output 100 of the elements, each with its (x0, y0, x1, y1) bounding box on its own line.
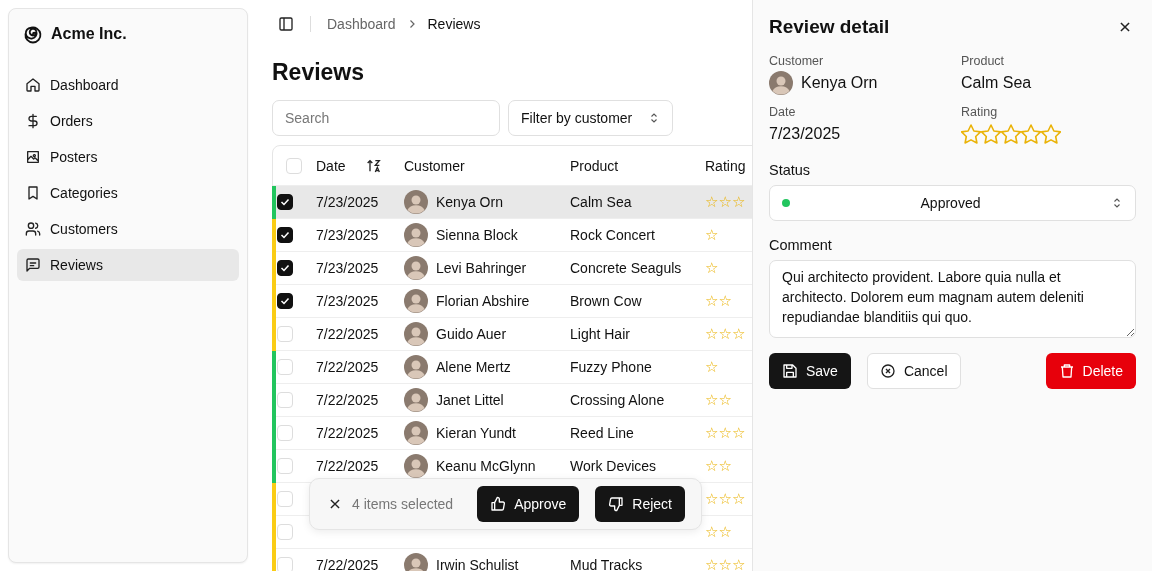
dollar-icon (25, 113, 41, 129)
users-icon (25, 221, 41, 237)
select-all-checkbox[interactable] (286, 157, 302, 174)
status-select[interactable]: Approved (769, 185, 1136, 221)
date-cell: 7/22/2025 (316, 326, 379, 342)
close-icon[interactable] (1118, 20, 1132, 34)
sidebar-item[interactable]: Dashboard (17, 69, 239, 101)
row-checkbox[interactable] (277, 227, 293, 243)
product-cell: Rock Concert (570, 227, 655, 243)
product-cell: Light Hair (570, 326, 630, 342)
date-cell: 7/22/2025 (316, 425, 379, 441)
spiral-logo-icon (23, 24, 43, 44)
customer-cell: Levi Bahringer (436, 260, 527, 276)
row-checkbox[interactable] (277, 293, 293, 309)
customer-cell: Kieran Yundt (436, 425, 516, 441)
message-icon (25, 257, 41, 273)
brand-name: Acme Inc. (51, 25, 127, 43)
check-icon (279, 229, 291, 241)
star-rating: ☆☆☆ (705, 556, 746, 571)
sidebar-toggle-icon[interactable] (278, 16, 294, 32)
column-header[interactable]: Rating (705, 157, 746, 174)
sort-icon[interactable] (365, 157, 382, 174)
date-cell: 7/22/2025 (316, 458, 379, 474)
search-field[interactable]: Search (272, 100, 500, 136)
column-header[interactable]: Date (316, 157, 346, 174)
save-icon (782, 363, 798, 379)
save-button[interactable]: Save (769, 353, 851, 389)
cancel-button[interactable]: Cancel (866, 353, 961, 389)
cancel-icon (879, 363, 896, 379)
product-cell: Work Devices (570, 458, 657, 474)
breadcrumb-current: Reviews (427, 16, 481, 32)
field-label: Rating (961, 105, 999, 119)
customer-cell: Janet Littel (436, 392, 504, 408)
column-header[interactable]: Product (570, 157, 619, 174)
star-rating: ☆☆☆ (705, 193, 746, 211)
date-cell: 7/23/2025 (316, 260, 379, 276)
sidebar-item[interactable]: Reviews (17, 249, 239, 281)
review-date: 7/23/2025 (769, 124, 842, 144)
close-icon[interactable] (328, 497, 342, 511)
avatar (404, 223, 428, 247)
customer-cell: Sienna Block (436, 227, 518, 243)
avatar (404, 553, 428, 571)
date-cell: 7/22/2025 (316, 359, 379, 375)
product-cell: Concrete Seaguls (570, 260, 682, 276)
bookmark-icon (25, 185, 41, 201)
breadcrumb-link[interactable]: Dashboard (327, 16, 396, 32)
star-rating: ☆☆☆ (705, 424, 746, 442)
filter-dropdown[interactable]: Filter by customer (508, 100, 674, 136)
check-icon (279, 196, 291, 208)
field-label: Comment (769, 237, 833, 253)
delete-button[interactable]: Delete (1045, 353, 1136, 389)
check-icon (279, 295, 291, 307)
star-rating: ☆ (705, 259, 719, 277)
check-icon (279, 262, 291, 274)
product-name: Calm Sea (961, 73, 1033, 93)
column-header[interactable]: Customer (404, 157, 465, 174)
field-label: Status (769, 162, 812, 178)
sidebar-item[interactable]: Posters (17, 141, 239, 173)
star-rating: ☆☆☆ (705, 325, 746, 343)
reject-button[interactable]: Reject (595, 486, 685, 522)
sidebar-item[interactable]: Orders (17, 105, 239, 137)
date-cell: 7/23/2025 (316, 293, 379, 309)
product-cell: Calm Sea (570, 194, 632, 210)
star-rating: ☆☆ (705, 292, 732, 310)
product-cell: Brown Cow (570, 293, 642, 309)
avatar (404, 421, 428, 445)
page-title: Reviews (272, 58, 366, 86)
customer-cell: Guido Auer (436, 326, 507, 342)
avatar (404, 355, 428, 379)
field-label: Product (961, 54, 1006, 68)
avatar (769, 71, 793, 95)
row-checkbox[interactable] (277, 194, 293, 210)
product-cell: Reed Line (570, 425, 634, 441)
approve-button[interactable]: Approve (477, 486, 580, 522)
field-label: Customer (769, 54, 825, 68)
field-label: Date (769, 105, 797, 119)
date-cell: 7/22/2025 (316, 557, 379, 571)
comment-field[interactable]: Qui architecto provident. Labore quia nulla et architecto. Dolorem eum magnam autem deleniti repudiandae blanditiis qui quo. (769, 260, 1136, 338)
avatar (404, 388, 428, 412)
customer-cell: Kenya Orn (436, 194, 503, 210)
avatar (404, 454, 428, 478)
customer-cell: Florian Abshire (436, 293, 530, 309)
date-cell: 7/22/2025 (316, 392, 379, 408)
date-cell: 7/23/2025 (316, 194, 379, 210)
trash-icon (1058, 363, 1075, 379)
panel-title: Review detail (769, 16, 890, 38)
selection-count: 4 items selected (352, 496, 454, 512)
sidebar-item[interactable]: Customers (17, 213, 239, 245)
home-icon (25, 77, 41, 93)
star-rating: ☆ (705, 226, 719, 244)
table-row[interactable]: 7/23/2025 Kenya Orn Calm Sea ☆☆☆ (273, 186, 752, 219)
row-checkbox[interactable] (277, 260, 293, 276)
product-cell: Mud Tracks (570, 557, 643, 571)
date-cell: 7/23/2025 (316, 227, 379, 243)
thumbs-up-icon (490, 496, 507, 512)
sidebar-item[interactable]: Categories (17, 177, 239, 209)
star-rating: ☆☆ (705, 391, 732, 409)
star-rating: ☆☆ (705, 457, 732, 475)
star-rating: ☆ (705, 358, 719, 376)
customer-name: Kenya Orn (801, 74, 878, 92)
